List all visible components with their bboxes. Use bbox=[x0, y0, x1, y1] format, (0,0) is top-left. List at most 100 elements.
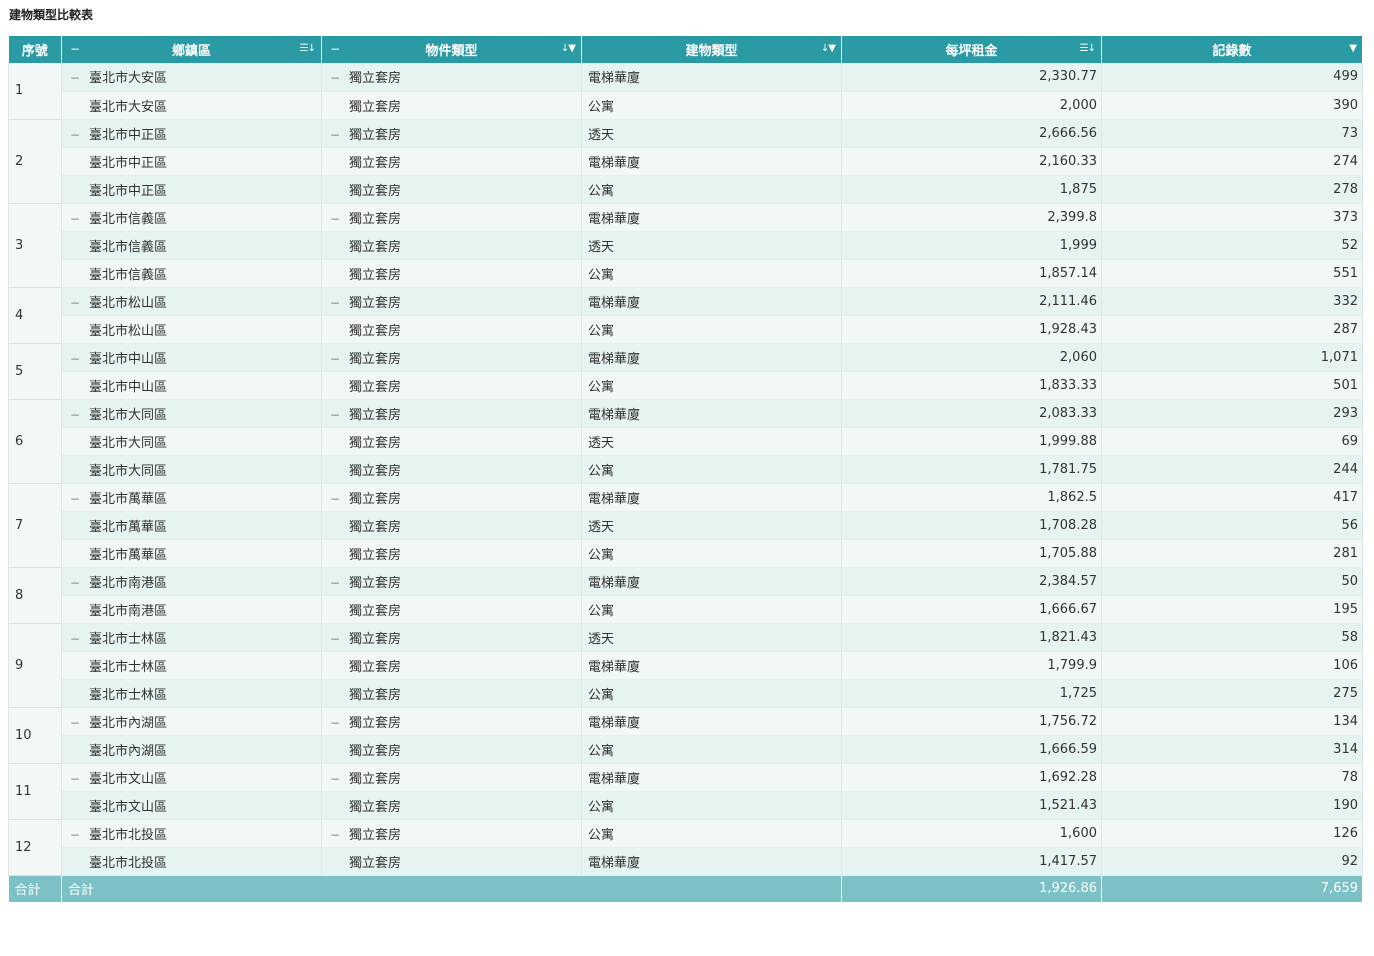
cell-district-text: 臺北市中山區 bbox=[89, 351, 168, 367]
row-index: 4 bbox=[8, 287, 62, 344]
collapse-icon[interactable]: − bbox=[330, 492, 340, 506]
totals-row: 合計 合計 1,926.86 7,659 bbox=[8, 875, 1363, 902]
collapse-icon[interactable]: − bbox=[70, 128, 80, 142]
table-row[interactable]: 12− 臺北市北投區 − 獨立套房 公寓 1,600 126 bbox=[8, 819, 1363, 876]
collapse-icon[interactable]: − bbox=[70, 828, 80, 842]
cell-rent: 1,725 bbox=[841, 679, 1102, 708]
filter-icon[interactable]: ▼ bbox=[1349, 43, 1357, 54]
collapse-icon[interactable]: − bbox=[330, 576, 340, 590]
table-row[interactable]: 5− 臺北市中山區 − 獨立套房 電梯華廈 2,060 1,071 bbox=[8, 343, 1363, 400]
cell-count: 78 bbox=[1101, 763, 1363, 792]
cell-property-type: 獨立套房 bbox=[321, 315, 582, 344]
cell-count: 92 bbox=[1101, 847, 1363, 876]
table-row[interactable]: 臺北市中山區 獨立套房 公寓 1,833.33 501 bbox=[9, 371, 1363, 400]
table-row[interactable]: 臺北市中正區 獨立套房 公寓 1,875 278 bbox=[9, 175, 1363, 204]
cell-building-type: 電梯華廈 bbox=[581, 287, 842, 316]
table-row[interactable]: 臺北市南港區 獨立套房 公寓 1,666.67 195 bbox=[9, 595, 1363, 624]
collapse-icon[interactable]: − bbox=[70, 296, 80, 310]
cell-building-type: 電梯華廈 bbox=[581, 707, 842, 736]
table-row[interactable]: 臺北市大安區 獨立套房 公寓 2,000 390 bbox=[9, 91, 1363, 120]
table-row[interactable]: 臺北市萬華區 獨立套房 透天 1,708.28 56 bbox=[9, 511, 1363, 540]
sort-desc-list-icon[interactable]: ☰↓ bbox=[300, 43, 316, 54]
collapse-icon[interactable]: − bbox=[70, 772, 80, 786]
collapse-icon[interactable]: − bbox=[330, 828, 340, 842]
collapse-icon[interactable]: − bbox=[70, 716, 80, 730]
table-row[interactable]: 11− 臺北市文山區 − 獨立套房 電梯華廈 1,692.28 78 bbox=[8, 763, 1363, 820]
cell-count: 332 bbox=[1101, 287, 1363, 316]
cell-district-text: 臺北市中正區 bbox=[89, 155, 168, 171]
cell-count: 281 bbox=[1101, 539, 1363, 568]
cell-district: − 臺北市文山區 bbox=[61, 763, 322, 792]
totals-rent: 1,926.86 bbox=[841, 875, 1102, 902]
cell-rent: 2,399.8 bbox=[841, 203, 1102, 232]
sort-filter-icon[interactable]: ↓▼ bbox=[821, 43, 836, 54]
cell-property-type: 獨立套房 bbox=[321, 511, 582, 540]
table-row[interactable]: 臺北市中正區 獨立套房 電梯華廈 2,160.33 274 bbox=[9, 147, 1363, 176]
collapse-icon[interactable]: − bbox=[330, 71, 340, 85]
table-row[interactable]: 3− 臺北市信義區 − 獨立套房 電梯華廈 2,399.8 373 bbox=[8, 203, 1363, 288]
cell-rent: 1,756.72 bbox=[841, 707, 1102, 736]
header-building-type[interactable]: 建物類型 ↓▼ bbox=[581, 36, 842, 63]
collapse-all-icon[interactable]: − bbox=[330, 42, 340, 56]
collapse-icon[interactable]: − bbox=[330, 212, 340, 226]
table-row[interactable]: 臺北市大同區 獨立套房 公寓 1,781.75 244 bbox=[9, 455, 1363, 484]
table-row[interactable]: 8− 臺北市南港區 − 獨立套房 電梯華廈 2,384.57 50 bbox=[8, 567, 1363, 624]
table-row[interactable]: 臺北市北投區 獨立套房 電梯華廈 1,417.57 92 bbox=[9, 847, 1363, 876]
collapse-icon[interactable]: − bbox=[330, 408, 340, 422]
header-rent[interactable]: 每坪租金 ☰↓ bbox=[841, 36, 1102, 63]
collapse-icon[interactable]: − bbox=[330, 296, 340, 310]
collapse-icon[interactable]: − bbox=[70, 632, 80, 646]
collapse-icon[interactable]: − bbox=[70, 576, 80, 590]
table-row[interactable]: 1− 臺北市大安區 − 獨立套房 電梯華廈 2,330.77 499 bbox=[8, 63, 1363, 120]
table-row[interactable]: 臺北市文山區 獨立套房 公寓 1,521.43 190 bbox=[9, 791, 1363, 820]
table-row[interactable]: 臺北市萬華區 獨立套房 公寓 1,705.88 281 bbox=[9, 539, 1363, 568]
cell-building-type: 公寓 bbox=[581, 371, 842, 400]
table-row[interactable]: 臺北市信義區 獨立套房 透天 1,999 52 bbox=[9, 231, 1363, 260]
header-index[interactable]: 序號 bbox=[8, 36, 62, 63]
table-row[interactable]: 臺北市士林區 獨立套房 公寓 1,725 275 bbox=[9, 679, 1363, 708]
table-row[interactable]: 4− 臺北市松山區 − 獨立套房 電梯華廈 2,111.46 332 bbox=[8, 287, 1363, 344]
cell-count: 52 bbox=[1101, 231, 1363, 260]
cell-property-type: 獨立套房 bbox=[321, 371, 582, 400]
table-row[interactable]: 臺北市內湖區 獨立套房 公寓 1,666.59 314 bbox=[9, 735, 1363, 764]
collapse-icon[interactable]: − bbox=[330, 352, 340, 366]
sort-desc-list-icon[interactable]: ☰↓ bbox=[1080, 43, 1096, 54]
cell-building-type: 公寓 bbox=[581, 735, 842, 764]
cell-district-text: 臺北市文山區 bbox=[89, 771, 168, 787]
cell-building-type: 透天 bbox=[581, 231, 842, 260]
table-row[interactable]: 臺北市松山區 獨立套房 公寓 1,928.43 287 bbox=[9, 315, 1363, 344]
collapse-icon[interactable]: − bbox=[70, 492, 80, 506]
collapse-icon[interactable]: − bbox=[70, 71, 80, 85]
collapse-icon[interactable]: − bbox=[330, 128, 340, 142]
cell-property-type: − 獨立套房 bbox=[321, 567, 582, 596]
header-district[interactable]: − 鄉鎮區 ☰↓ bbox=[61, 36, 322, 63]
cell-district: − 臺北市士林區 bbox=[61, 623, 322, 652]
cell-property-type-text: 獨立套房 bbox=[349, 687, 402, 703]
collapse-all-icon[interactable]: − bbox=[70, 42, 80, 56]
cell-rent: 2,160.33 bbox=[841, 147, 1102, 176]
table-row[interactable]: 臺北市大同區 獨立套房 透天 1,999.88 69 bbox=[9, 427, 1363, 456]
table-row[interactable]: 2− 臺北市中正區 − 獨立套房 透天 2,666.56 73 bbox=[8, 119, 1363, 204]
collapse-icon[interactable]: − bbox=[330, 632, 340, 646]
collapse-icon[interactable]: − bbox=[330, 772, 340, 786]
cell-rent: 2,000 bbox=[841, 91, 1102, 120]
collapse-icon[interactable]: − bbox=[70, 408, 80, 422]
cell-district-text: 臺北市大同區 bbox=[89, 463, 168, 479]
cell-district: 臺北市信義區 bbox=[61, 259, 322, 288]
collapse-icon[interactable]: − bbox=[70, 212, 80, 226]
collapse-icon[interactable]: − bbox=[70, 352, 80, 366]
sort-filter-icon[interactable]: ↓▼ bbox=[561, 43, 576, 54]
collapse-icon[interactable]: − bbox=[330, 716, 340, 730]
table-row[interactable]: 6− 臺北市大同區 − 獨立套房 電梯華廈 2,083.33 293 bbox=[8, 399, 1363, 484]
table-row[interactable]: 9− 臺北市士林區 − 獨立套房 透天 1,821.43 58 bbox=[8, 623, 1363, 708]
totals-index: 合計 bbox=[8, 875, 62, 902]
cell-district: − 臺北市大同區 bbox=[61, 399, 322, 428]
header-count[interactable]: 記錄數 ▼ bbox=[1101, 36, 1363, 63]
table-row[interactable]: 10− 臺北市內湖區 − 獨立套房 電梯華廈 1,756.72 134 bbox=[8, 707, 1363, 764]
header-property-type[interactable]: − 物件類型 ↓▼ bbox=[321, 36, 582, 63]
table-row[interactable]: 臺北市士林區 獨立套房 電梯華廈 1,799.9 106 bbox=[9, 651, 1363, 680]
table-row[interactable]: 臺北市信義區 獨立套房 公寓 1,857.14 551 bbox=[9, 259, 1363, 288]
table-row[interactable]: 7− 臺北市萬華區 − 獨立套房 電梯華廈 1,862.5 417 bbox=[8, 483, 1363, 568]
cell-building-type: 公寓 bbox=[581, 175, 842, 204]
cell-district: 臺北市信義區 bbox=[61, 231, 322, 260]
